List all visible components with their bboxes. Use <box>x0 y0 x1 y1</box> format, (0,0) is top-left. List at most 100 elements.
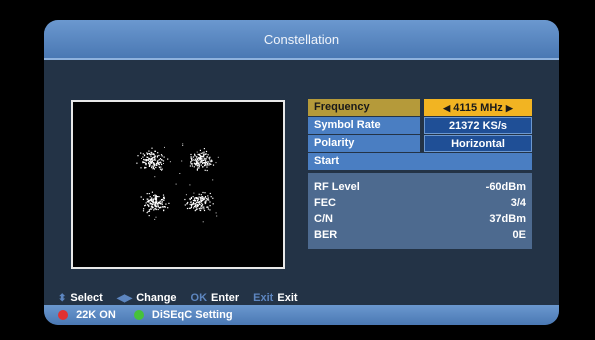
constellation-point <box>205 164 207 166</box>
constellation-point <box>161 169 163 171</box>
constellation-point <box>168 202 170 204</box>
constellation-point <box>201 205 203 207</box>
start-button[interactable]: Start <box>308 153 532 170</box>
constellation-point <box>201 156 203 158</box>
constellation-point <box>163 206 165 208</box>
constellation-point <box>158 154 160 157</box>
constellation-point <box>192 196 194 198</box>
constellation-point <box>152 163 155 165</box>
help-select: ⬍ Select <box>58 292 103 304</box>
ber-value: 0E <box>512 229 526 241</box>
constellation-point <box>137 155 139 157</box>
constellation-point <box>143 155 146 157</box>
constellation-point <box>190 207 192 209</box>
constellation-point <box>150 203 152 205</box>
constellation-point <box>158 163 160 165</box>
constellation-point <box>191 163 193 165</box>
fec-value: 3/4 <box>510 197 526 209</box>
constellation-point <box>161 163 163 166</box>
constellation-point <box>144 205 146 207</box>
left-arrow-icon[interactable]: ◀ <box>443 103 450 113</box>
constellation-point <box>150 199 152 201</box>
symbol-rate-row[interactable]: Symbol Rate 21372 KS/s <box>308 117 532 134</box>
constellation-point <box>140 152 142 154</box>
constellation-point <box>152 206 154 208</box>
frequency-value[interactable]: ◀ 4115 MHz ▶ <box>424 99 532 116</box>
constellation-point <box>147 152 149 155</box>
constellation-point <box>146 193 148 195</box>
polarity-row[interactable]: Polarity Horizontal <box>308 135 532 152</box>
cn-value: 37dBm <box>489 213 526 225</box>
constellation-noise-point <box>163 163 164 164</box>
polarity-value[interactable]: Horizontal <box>424 135 532 152</box>
constellation-point <box>157 152 159 154</box>
constellation-noise-point <box>141 158 142 159</box>
constellation-point <box>196 161 198 163</box>
rf-level-label: RF Level <box>314 181 360 193</box>
constellation-noise-point <box>185 194 187 196</box>
constellation-point <box>201 158 203 160</box>
cn-row: C/N 37dBm <box>314 211 526 227</box>
constellation-point <box>193 206 195 208</box>
constellation-point <box>151 203 153 206</box>
constellation-noise-point <box>196 151 198 153</box>
constellation-point <box>140 167 142 169</box>
constellation-noise-point <box>202 221 204 223</box>
start-row[interactable]: Start <box>308 153 532 170</box>
constellation-point <box>159 168 162 170</box>
constellation-point <box>153 201 155 203</box>
22k-toggle[interactable]: 22K ON <box>58 309 116 321</box>
constellation-point <box>198 160 200 162</box>
constellation-window: Constellation Frequency ◀ 4115 MHz ▶ Sym… <box>44 20 559 325</box>
right-arrow-icon[interactable]: ▶ <box>506 103 513 113</box>
constellation-point <box>202 162 204 165</box>
constellation-point <box>159 206 161 209</box>
polarity-label: Polarity <box>308 135 420 152</box>
constellation-noise-point <box>154 218 156 220</box>
constellation-point <box>190 161 192 163</box>
constellation-point <box>148 162 150 165</box>
constellation-point <box>184 204 186 206</box>
constellation-point <box>198 196 200 198</box>
constellation-point <box>210 159 213 161</box>
constellation-point <box>148 209 150 211</box>
constellation-point <box>160 162 162 164</box>
constellation-point <box>157 208 159 211</box>
constellation-point <box>160 166 162 168</box>
constellation-point <box>199 159 201 161</box>
constellation-point <box>150 206 152 208</box>
up-down-icon: ⬍ <box>58 292 67 304</box>
constellation-point <box>160 199 163 201</box>
constellation-point <box>197 158 199 161</box>
constellation-point <box>143 208 145 210</box>
frequency-row[interactable]: Frequency ◀ 4115 MHz ▶ <box>308 99 532 116</box>
constellation-point <box>201 203 203 205</box>
ber-row: BER 0E <box>314 227 526 243</box>
constellation-point <box>151 165 153 167</box>
constellation-point <box>206 197 208 200</box>
symbol-rate-value[interactable]: 21372 KS/s <box>424 117 532 134</box>
diseqc-setting[interactable]: DiSEqC Setting <box>133 309 233 321</box>
constellation-point <box>205 199 207 201</box>
constellation-point <box>150 153 152 155</box>
constellation-point <box>198 165 200 167</box>
green-button-icon <box>133 310 144 321</box>
constellation-point <box>150 208 152 210</box>
constellation-point <box>212 164 215 166</box>
red-button-icon <box>58 310 68 321</box>
constellation-point <box>207 195 209 197</box>
constellation-point <box>190 163 192 165</box>
constellation-point <box>152 198 154 200</box>
constellation-point <box>208 157 210 159</box>
constellation-point <box>197 202 199 204</box>
constellation-point <box>136 162 138 164</box>
constellation-point <box>194 153 196 155</box>
constellation-point <box>204 201 207 204</box>
constellation-point <box>154 158 156 160</box>
constellation-point <box>151 153 153 155</box>
constellation-point <box>203 154 205 156</box>
constellation-point <box>199 196 202 198</box>
constellation-point <box>209 192 211 195</box>
constellation-point <box>151 161 153 163</box>
constellation-point <box>160 154 163 156</box>
